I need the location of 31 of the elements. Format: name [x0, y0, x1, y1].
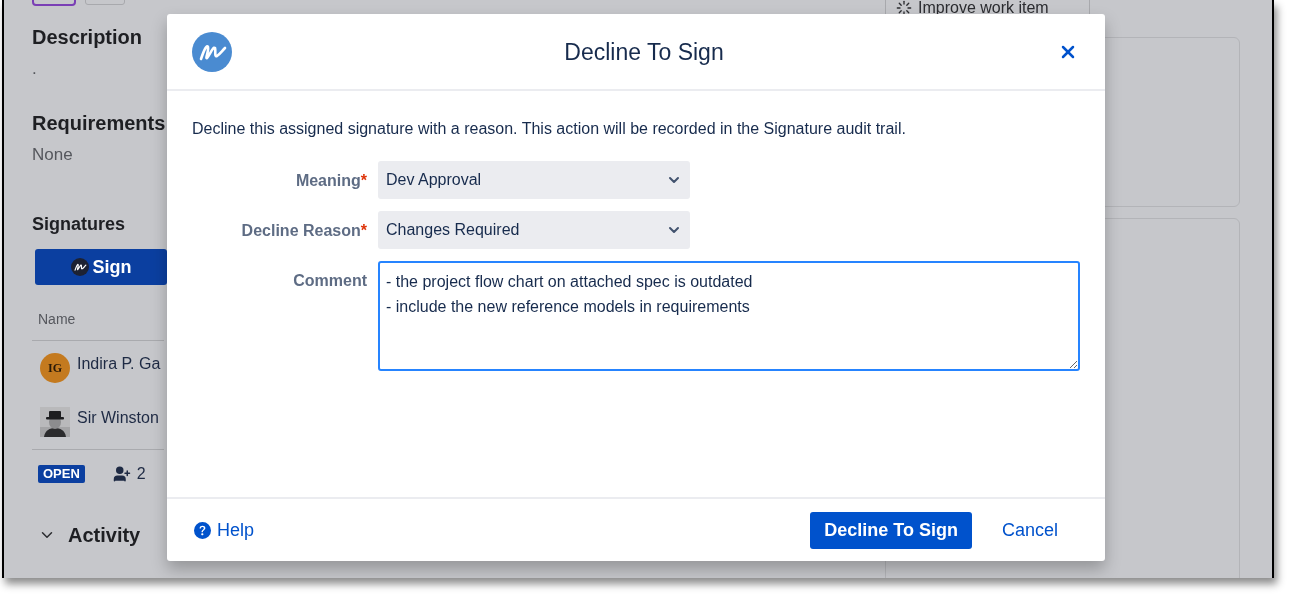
- section-heading: Description: [32, 25, 144, 50]
- signer-name: Indira P. Ga: [77, 354, 161, 374]
- section-heading: Activity: [68, 523, 141, 548]
- required-mark: *: [360, 222, 367, 239]
- column-header: Name: [38, 310, 77, 329]
- user-plus-icon: [112, 465, 131, 483]
- signature-icon: [70, 258, 89, 276]
- status-badge: OPEN: [38, 465, 85, 483]
- help-link[interactable]: Help: [194, 516, 255, 544]
- cancel-button[interactable]: Cancel: [1001, 516, 1058, 544]
- section-text: .: [32, 58, 38, 80]
- section-text: None: [32, 144, 74, 166]
- field-label: Comment: [293, 272, 367, 289]
- signer-count: 2: [136, 464, 146, 484]
- logo-icon: [192, 31, 232, 72]
- section-heading: Requirements: [32, 111, 164, 136]
- field-label: Decline Reason: [241, 222, 361, 239]
- field-label: Meaning: [295, 172, 361, 189]
- section-heading: Signatures: [32, 213, 127, 236]
- decline-button[interactable]: Decline To Sign: [810, 511, 972, 549]
- spinner-icon: [896, 0, 912, 16]
- required-mark: *: [360, 172, 367, 189]
- dialog-title: Decline To Sign: [563, 37, 725, 67]
- select-field[interactable]: Changes Required: [378, 211, 690, 249]
- select-field[interactable]: Dev Approval: [378, 161, 690, 199]
- comment-field[interactable]: - the project flow chart on attached spec is outdated - include the new reference models in requirements: [378, 261, 1080, 371]
- help-icon: [194, 521, 211, 539]
- sign-button[interactable]: Sign: [35, 249, 167, 285]
- dialog-description: Decline this assigned signature with a reason. This action will be recorded in the Signature audit trail.: [192, 119, 907, 139]
- avatar: IG: [40, 353, 70, 383]
- signer-name: Sir Winston: [77, 408, 159, 428]
